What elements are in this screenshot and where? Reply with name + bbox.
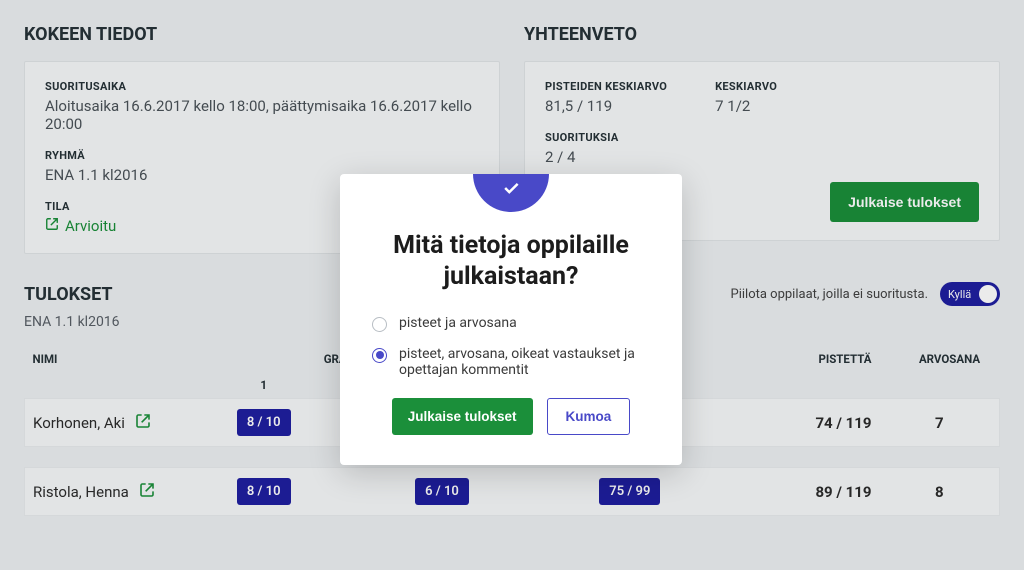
radio-icon — [372, 317, 387, 332]
radio-option-full[interactable]: pisteet, arvosana, oikeat vastaukset ja … — [372, 346, 650, 378]
radio-label: pisteet, arvosana, oikeat vastaukset ja … — [399, 346, 650, 378]
publish-modal: Mitä tietoja oppilaille julkaistaan? pis… — [340, 174, 682, 465]
modal-cancel-button[interactable]: Kumoa — [547, 398, 631, 435]
check-icon — [501, 178, 521, 202]
modal-badge — [473, 174, 549, 212]
modal-title: Mitä tietoja oppilaille julkaistaan? — [372, 230, 650, 293]
modal-publish-button[interactable]: Julkaise tulokset — [392, 398, 533, 435]
radio-option-points-grade[interactable]: pisteet ja arvosana — [372, 315, 650, 332]
radio-label: pisteet ja arvosana — [399, 315, 517, 331]
radio-icon — [372, 348, 387, 363]
